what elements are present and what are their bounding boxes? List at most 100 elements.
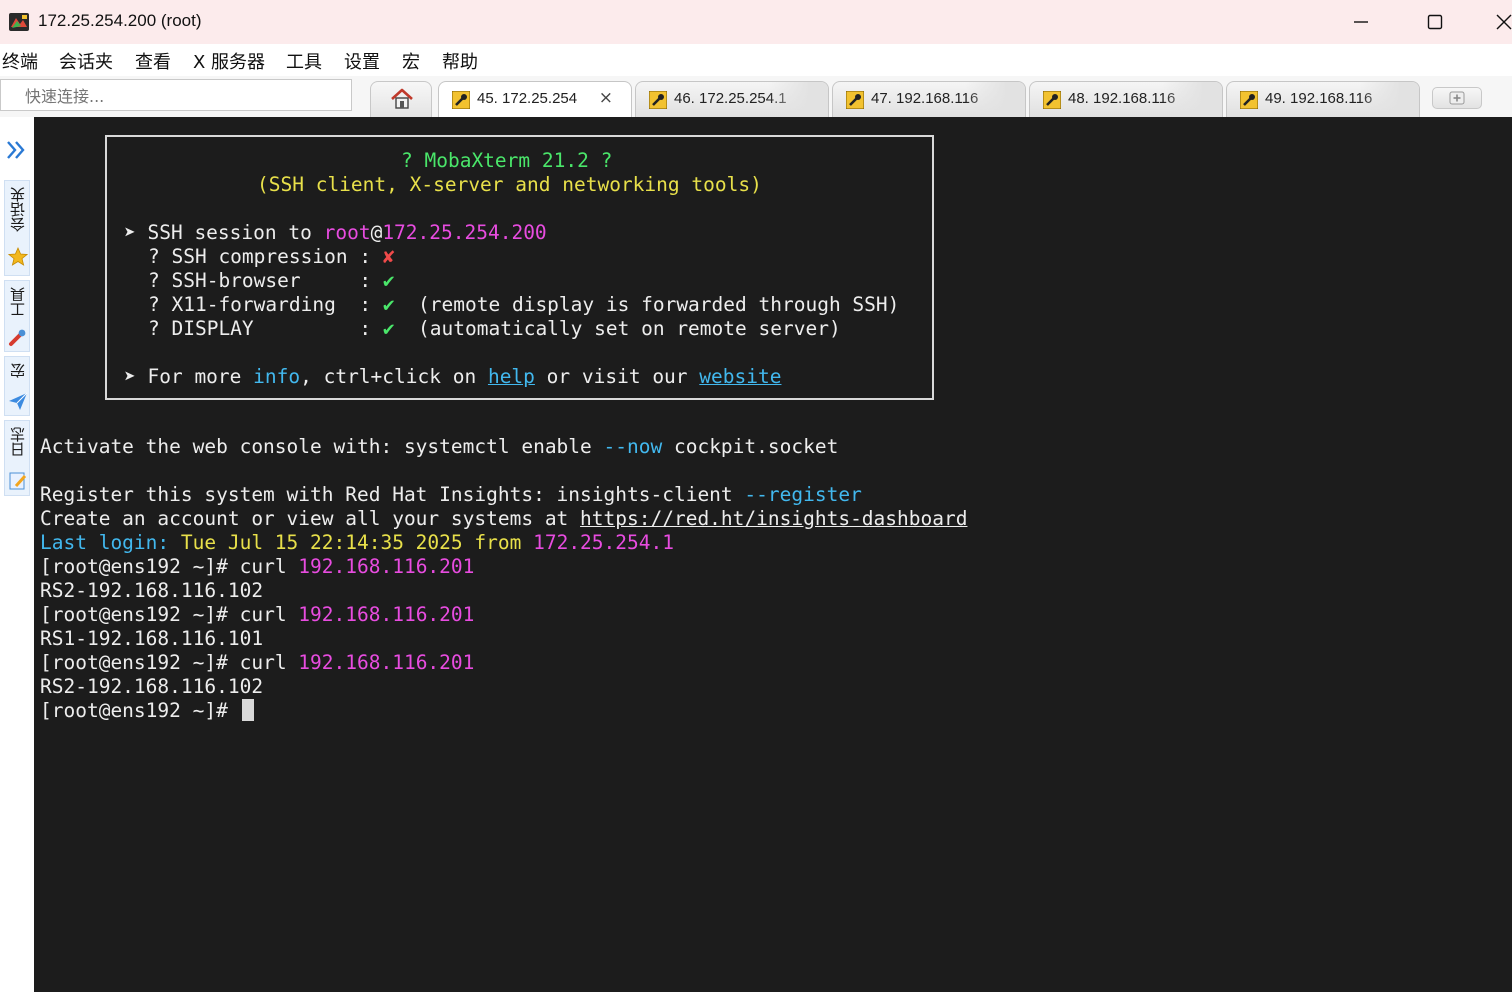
star-icon (8, 247, 28, 266)
home-tab[interactable] (370, 81, 432, 117)
terminal-pane[interactable]: ? MobaXterm 21.2 ? (SSH client, X-server… (34, 117, 1512, 992)
tab-label: 47. 192.168.116 (871, 90, 979, 107)
info-link[interactable]: info (253, 365, 300, 388)
sidebar-macros[interactable]: 宏 (4, 356, 30, 416)
command-target: 192.168.116.201 (298, 603, 475, 626)
plus-icon (1449, 91, 1465, 105)
tab-session-48[interactable]: 48. 192.168.116 (1029, 81, 1223, 117)
current-prompt-line[interactable]: [root@ens192 ~]# (40, 699, 254, 723)
feature-x11-forwarding: ? X11-forwarding : ✔ (remote display is … (148, 293, 899, 317)
ssh-at: @ (370, 221, 383, 244)
more-mid2: or visit our (534, 365, 700, 388)
feature-name: ? X11-forwarding : (148, 293, 383, 316)
register-prefix: Register this system with Red Hat Insigh… (40, 483, 745, 506)
feature-note: (automatically set on remote server) (394, 317, 841, 340)
account-line: Create an account or view all your syste… (40, 507, 967, 531)
menu-terminal[interactable]: 终端 (2, 48, 38, 74)
command-line: [root@ens192 ~]# curl 192.168.116.201 (40, 555, 474, 579)
check-icon: ✔ (382, 317, 395, 340)
more-mid: , ctrl+click on (300, 365, 488, 388)
check-icon: ✔ (382, 269, 395, 292)
tools-icon (9, 329, 26, 346)
tab-label: 49. 192.168.116 (1265, 90, 1373, 107)
feature-ssh-compression: ? SSH compression : ✘ (148, 245, 395, 269)
sidebar-sessions-label: 会话夹 (9, 187, 27, 232)
new-tab-button[interactable] (1432, 87, 1482, 109)
last-login-label: Last login: (40, 531, 170, 554)
tab-session-46[interactable]: 46. 172.25.254.1 (635, 81, 829, 117)
quick-connect-input[interactable] (0, 79, 352, 111)
help-link[interactable]: help (488, 365, 535, 388)
command-output: RS2-192.168.116.102 (40, 675, 264, 698)
menu-x-server[interactable]: X 服务器 (193, 48, 265, 74)
double-chevron-right-icon (7, 141, 25, 159)
activate-prefix: Activate the web console with: systemctl… (40, 435, 604, 458)
wrench-icon (1240, 91, 1258, 109)
command-text: curl (239, 555, 299, 578)
last-login-line: Last login: Tue Jul 15 22:14:35 2025 fro… (40, 531, 674, 555)
tab-label: 45. 172.25.254 (477, 90, 578, 107)
cross-icon: ✘ (382, 245, 395, 268)
account-prefix: Create an account or view all your syste… (40, 507, 581, 530)
register-flag: --register (744, 483, 862, 506)
terminal-cursor (241, 699, 254, 721)
menu-settings[interactable]: 设置 (344, 48, 380, 74)
website-link[interactable]: website (699, 365, 781, 388)
ssh-prefix: ➤ SSH session to (124, 221, 324, 244)
tab-close-button[interactable]: × (599, 88, 613, 108)
wrench-icon (452, 91, 470, 109)
last-login-ip: 172.25.254.1 (533, 531, 674, 554)
sidebar-sessions[interactable]: 会话夹 (4, 180, 30, 276)
insights-dashboard-link[interactable]: https://red.ht/insights-dashboard (580, 507, 967, 530)
last-login-time: Tue Jul 15 22:14:35 2025 from (169, 531, 534, 554)
command-line: [root@ens192 ~]# curl 192.168.116.201 (40, 603, 474, 627)
expand-sidebar-button[interactable] (4, 137, 28, 167)
banner-more-line: ➤ For more info, ctrl+click on help or v… (124, 365, 781, 389)
home-icon (391, 88, 413, 109)
tab-strip: 45. 172.25.254 × 46. 172.25.254.1 47. 19… (0, 76, 1512, 118)
activate-flag: --now (603, 435, 663, 458)
welcome-banner: ? MobaXterm 21.2 ? (SSH client, X-server… (105, 135, 934, 400)
left-sidebar: 会话夹 工具 宏 日志 (0, 117, 34, 992)
feature-note: (remote display is forwarded through SSH… (394, 293, 900, 316)
feature-name: ? DISPLAY : (148, 317, 383, 340)
minimize-button[interactable] (1341, 8, 1381, 36)
menu-macros[interactable]: 宏 (402, 48, 420, 74)
command-output: RS2-192.168.116.102 (40, 579, 264, 602)
mobaxterm-app-icon[interactable] (8, 12, 30, 32)
menu-sessions[interactable]: 会话夹 (59, 48, 113, 74)
menu-view[interactable]: 查看 (135, 48, 171, 74)
menu-help[interactable]: 帮助 (442, 48, 478, 74)
sidebar-log[interactable]: 日志 (4, 420, 30, 496)
notepad-icon (9, 472, 27, 490)
tab-session-49[interactable]: 49. 192.168.116 (1226, 81, 1420, 117)
feature-name: ? SSH compression : (148, 245, 383, 268)
command-output: RS1-192.168.116.101 (40, 627, 264, 650)
command-line: [root@ens192 ~]# curl 192.168.116.201 (40, 651, 474, 675)
activate-console-line: Activate the web console with: systemctl… (40, 435, 838, 459)
menu-tools[interactable]: 工具 (286, 48, 322, 74)
shell-prompt: [root@ens192 ~]# (40, 699, 240, 722)
tab-session-45[interactable]: 45. 172.25.254 × (438, 81, 632, 117)
command-text: curl (239, 603, 299, 626)
wrench-icon (1043, 91, 1061, 109)
sidebar-tools[interactable]: 工具 (4, 280, 30, 352)
feature-ssh-browser: ? SSH-browser : ✔ (148, 269, 395, 293)
sidebar-macros-label: 宏 (9, 363, 27, 378)
ssh-host: 172.25.254.200 (382, 221, 547, 244)
feature-name: ? SSH-browser : (148, 269, 383, 292)
register-line: Register this system with Red Hat Insigh… (40, 483, 862, 507)
tab-label: 48. 192.168.116 (1068, 90, 1176, 107)
feature-display: ? DISPLAY : ✔ (automatically set on remo… (148, 317, 841, 341)
close-window-button[interactable] (1484, 8, 1512, 36)
tab-session-47[interactable]: 47. 192.168.116 (832, 81, 1026, 117)
maximize-button[interactable] (1415, 8, 1455, 36)
banner-ssh-line: ➤ SSH session to root@172.25.254.200 (124, 221, 547, 245)
banner-title: ? MobaXterm 21.2 ? (401, 149, 613, 172)
command-text: curl (239, 651, 299, 674)
title-bar: 172.25.254.200 (root) (0, 0, 1512, 44)
activate-suffix: cockpit.socket (662, 435, 839, 458)
wrench-icon (649, 91, 667, 109)
ssh-user: root (323, 221, 371, 244)
more-prefix: ➤ For more (124, 365, 254, 388)
